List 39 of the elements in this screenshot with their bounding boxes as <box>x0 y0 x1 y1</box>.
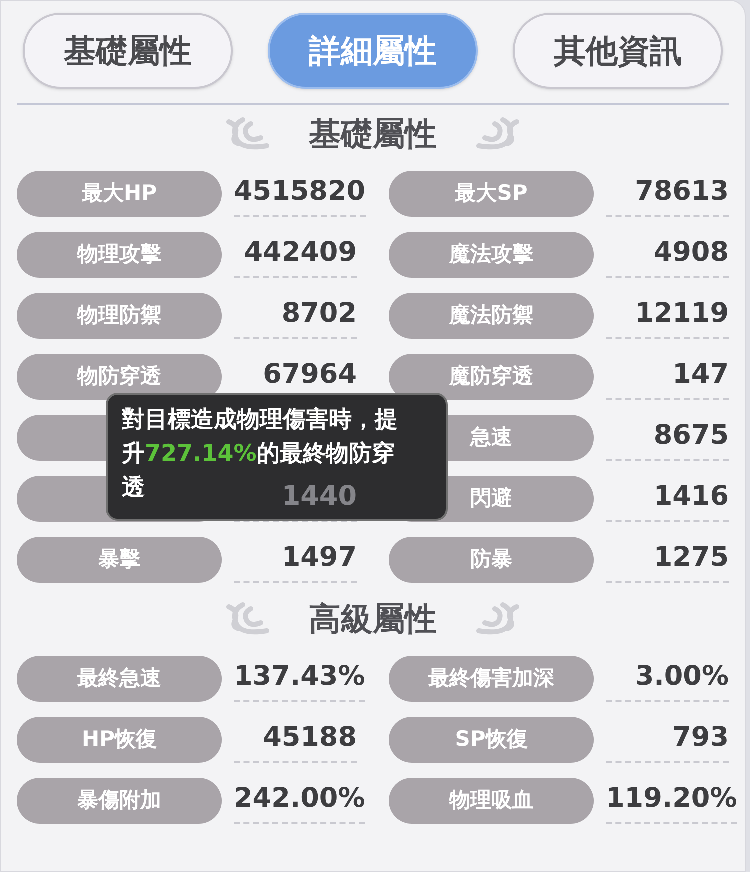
stat-value: 1416 <box>654 480 729 514</box>
stat-label: 物防穿透 <box>17 354 222 400</box>
stat-label: 最大SP <box>389 170 594 216</box>
stat-label: 暴擊 <box>17 536 222 582</box>
stat-value: 3.00% <box>635 660 729 694</box>
stat-value: 78613 <box>635 175 729 210</box>
stat-value: 67964 <box>263 358 357 392</box>
stat-value: 242.00% <box>234 782 366 816</box>
stat-label: 魔法攻擊 <box>389 232 594 278</box>
stat-label: 最終傷害加深 <box>389 656 594 702</box>
section-title: 高級屬性 <box>309 599 437 640</box>
stat-label: SP恢復 <box>389 716 594 762</box>
stat-label: 物理防禦 <box>17 292 222 338</box>
stat-value: 1497 <box>282 541 357 576</box>
stat-label: 最大HP <box>17 170 222 216</box>
tab[interactable]: 其他資訊 <box>513 13 723 89</box>
stat-value: 4515820 <box>234 175 366 210</box>
stat-value: 793 <box>672 721 729 756</box>
stat-value: 45188 <box>263 721 357 756</box>
stat-label: 最終急速 <box>17 656 222 702</box>
stat-label: 魔防穿透 <box>389 354 594 400</box>
stat-label: 暴傷附加 <box>17 778 222 824</box>
stat-value: 12119 <box>635 297 729 332</box>
stat-value: 4908 <box>654 236 729 270</box>
stat-value: 8702 <box>282 297 357 332</box>
stat-label: 物理吸血 <box>389 778 594 824</box>
section-title: 基礎屬性 <box>309 114 437 155</box>
stat-label: HP恢復 <box>17 716 222 762</box>
stat-value: 1275 <box>654 541 729 576</box>
stat-label: 防暴 <box>389 536 594 582</box>
stat-value: 137.43% <box>234 660 366 694</box>
tab[interactable]: 基礎屬性 <box>23 13 233 89</box>
stat-label: 物理攻擊 <box>17 232 222 278</box>
stat-value: 147 <box>672 358 729 392</box>
stat-label: 魔法防禦 <box>389 292 594 338</box>
stat-value: 442409 <box>244 236 357 270</box>
stat-value: 119.20% <box>606 782 738 816</box>
stat-value: 8675 <box>654 419 729 454</box>
stat-value: 1440 <box>282 480 357 514</box>
